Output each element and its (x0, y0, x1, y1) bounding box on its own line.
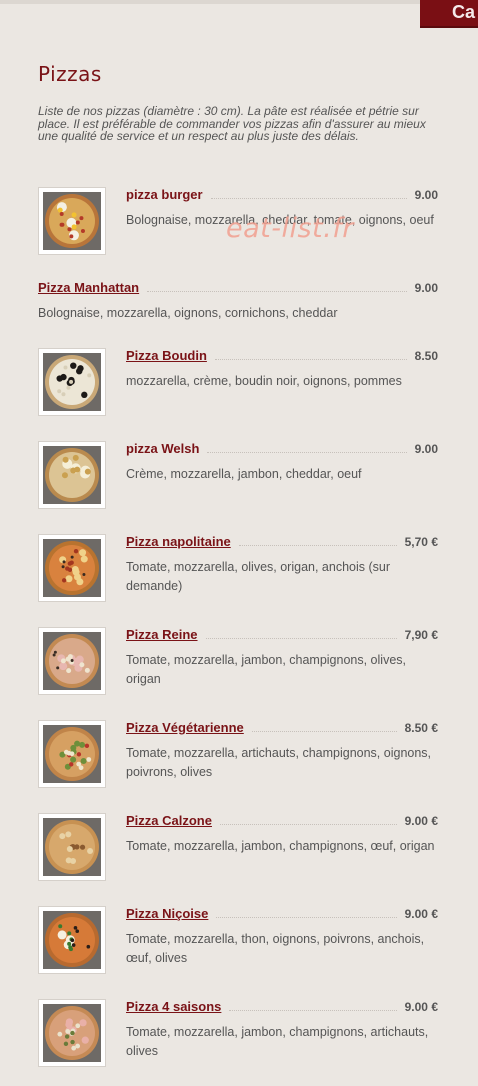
item-description: Tomate, mozzarella, jambon, champignons,… (126, 1025, 429, 1058)
item-price: 9.00 (414, 442, 438, 456)
item-price: 9.00 € (404, 814, 438, 828)
item-name[interactable]: Pizza Niçoise (126, 906, 208, 921)
page-title: Pizzas (38, 62, 102, 86)
pizza-image[interactable] (38, 348, 106, 416)
pizza-image[interactable] (38, 441, 106, 509)
leader-dots (219, 824, 397, 825)
pizza-image[interactable] (38, 534, 106, 602)
watermark-text: eat-list.fr (226, 213, 354, 244)
item-price: 9.00 € (404, 907, 438, 921)
leader-dots (216, 917, 397, 918)
pizza-image[interactable] (38, 813, 106, 881)
item-name[interactable]: Pizza napolitaine (126, 534, 231, 549)
item-name[interactable]: pizza Welsh (126, 441, 199, 456)
item-description: Tomate, mozzarella, artichauts, champign… (126, 746, 432, 779)
item-price: 7,90 € (404, 628, 438, 642)
item-name[interactable]: Pizza Calzone (126, 813, 212, 828)
item-description: Tomate, mozzarella, jambon, champignons,… (126, 839, 435, 853)
item-name[interactable]: pizza burger (126, 187, 203, 202)
pizza-image[interactable] (38, 999, 106, 1067)
leader-dots (214, 359, 407, 360)
item-description: Tomate, mozzarella, jambon, champignons,… (126, 653, 406, 686)
item-description: Tomate, mozzarella, olives, origan, anch… (126, 560, 391, 593)
item-name[interactable]: Pizza Reine (126, 627, 198, 642)
item-price: 8.50 (414, 349, 438, 363)
item-price: 5,70 € (404, 535, 438, 549)
item-name[interactable]: Pizza Manhattan (38, 280, 139, 295)
pizza-image[interactable] (38, 720, 106, 788)
leader-dots (205, 638, 397, 639)
leader-dots (147, 291, 407, 292)
leader-dots (238, 545, 397, 546)
item-description: Crème, mozzarella, jambon, cheddar, oeuf (126, 467, 362, 481)
leader-dots (229, 1010, 397, 1011)
pizza-image[interactable] (38, 627, 106, 695)
item-price: 9.00 € (404, 1000, 438, 1014)
pizza-image[interactable] (38, 187, 106, 255)
item-name[interactable]: Pizza 4 saisons (126, 999, 221, 1014)
item-description: Bolognaise, mozzarella, oignons, cornich… (38, 306, 338, 320)
item-name[interactable]: Pizza Végétarienne (126, 720, 244, 735)
item-price: 9.00 (414, 188, 438, 202)
item-price: 9.00 (414, 281, 438, 295)
leader-dots (251, 731, 397, 732)
leader-dots (207, 452, 407, 453)
item-description: Tomate, mozzarella, thon, oignons, poivr… (126, 932, 425, 965)
item-price: 8.50 € (404, 721, 438, 735)
item-description: mozzarella, crème, boudin noir, oignons,… (126, 374, 402, 388)
page-intro: Liste de nos pizzas (diamètre : 30 cm). … (38, 104, 426, 143)
item-name[interactable]: Pizza Boudin (126, 348, 207, 363)
leader-dots (210, 198, 407, 199)
nav-tab-cart[interactable]: Ca (420, 0, 478, 28)
pizza-image[interactable] (38, 906, 106, 974)
top-border (0, 0, 420, 4)
